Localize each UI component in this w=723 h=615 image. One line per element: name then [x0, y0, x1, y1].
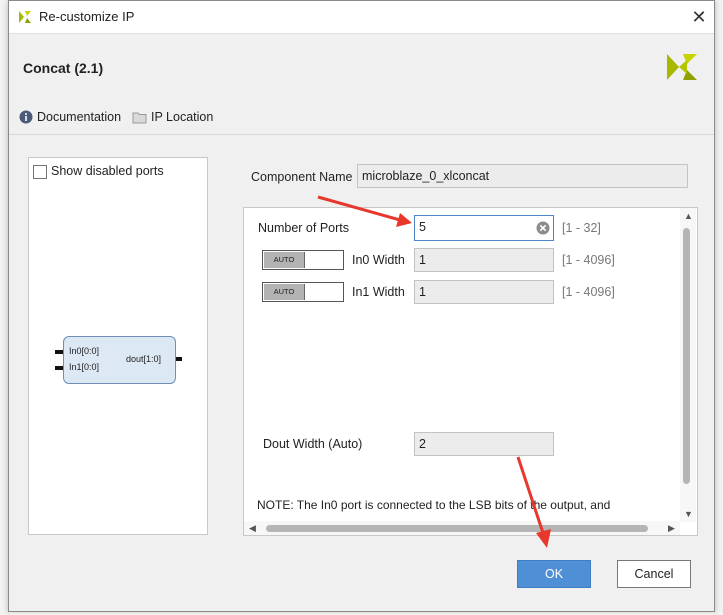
- component-name-label: Component Name: [251, 170, 353, 184]
- close-icon: ✕: [691, 7, 707, 27]
- info-icon: [19, 110, 33, 124]
- horizontal-scroll-thumb[interactable]: [266, 525, 648, 532]
- in1-port-label: In1[0:0]: [69, 362, 100, 372]
- in1-width-auto-toggle[interactable]: AUTO: [262, 282, 344, 302]
- show-disabled-ports-label: Show disabled ports: [51, 164, 164, 178]
- number-of-ports-label: Number of Ports: [258, 221, 350, 235]
- close-button[interactable]: ✕: [689, 7, 709, 27]
- xilinx-app-icon: [19, 11, 31, 23]
- vertical-scroll-thumb[interactable]: [683, 228, 690, 484]
- in1-width-field[interactable]: 1: [414, 280, 554, 304]
- links-bar: Documentation IP Location: [9, 100, 714, 135]
- component-name-field[interactable]: microblaze_0_xlconcat: [357, 164, 688, 188]
- cancel-button[interactable]: Cancel: [617, 560, 691, 588]
- concat-block-symbol: In0[0:0] In1[0:0] dout[1:0]: [63, 336, 176, 384]
- in0-toggle-knob: AUTO: [264, 252, 305, 268]
- folder-icon: [132, 112, 147, 124]
- number-of-ports-range: [1 - 32]: [562, 221, 601, 235]
- in1-width-label: In1 Width: [352, 285, 405, 299]
- scroll-up-icon[interactable]: ▲: [684, 211, 693, 221]
- parameters-panel: Number of Ports 5 [1 - 32] AUTO In0 Widt…: [243, 207, 698, 536]
- dout-width-label: Dout Width (Auto): [263, 437, 363, 451]
- ip-symbol-panel: Show disabled ports In0[0:0] In1[0:0] do…: [28, 157, 208, 535]
- in0-pin: [55, 350, 63, 354]
- ip-header: Concat (2.1): [9, 33, 714, 101]
- in1-pin: [55, 366, 63, 370]
- scroll-right-icon[interactable]: ▶: [668, 523, 675, 534]
- ip-location-link[interactable]: IP Location: [151, 110, 213, 124]
- ip-title: Concat (2.1): [23, 60, 104, 76]
- ok-button[interactable]: OK: [517, 560, 591, 588]
- in1-toggle-knob: AUTO: [264, 284, 305, 300]
- in0-width-label: In0 Width: [352, 253, 405, 267]
- in1-width-range: [1 - 4096]: [562, 285, 615, 299]
- in0-port-label: In0[0:0]: [69, 346, 100, 356]
- in0-width-auto-toggle[interactable]: AUTO: [262, 250, 344, 270]
- re-customize-ip-dialog: Re-customize IP ✕ Concat (2.1) Documenta…: [8, 0, 715, 612]
- dout-port-label: dout[1:0]: [126, 354, 162, 364]
- xilinx-logo-icon: [667, 54, 697, 80]
- dialog-body: Show disabled ports In0[0:0] In1[0:0] do…: [9, 135, 714, 611]
- number-of-ports-input[interactable]: 5: [414, 215, 554, 241]
- window-title: Re-customize IP: [39, 9, 135, 24]
- show-disabled-ports-checkbox[interactable]: [33, 165, 47, 179]
- clear-input-icon[interactable]: [536, 221, 550, 235]
- scroll-down-icon[interactable]: ▼: [684, 509, 693, 519]
- in0-width-field[interactable]: 1: [414, 248, 554, 272]
- dout-width-field: 2: [414, 432, 554, 456]
- in0-width-range: [1 - 4096]: [562, 253, 615, 267]
- documentation-link[interactable]: Documentation: [37, 110, 121, 124]
- title-bar: Re-customize IP ✕: [9, 1, 714, 33]
- ports-note: NOTE: The In0 port is connected to the L…: [257, 498, 611, 512]
- scroll-left-icon[interactable]: ◀: [249, 523, 256, 534]
